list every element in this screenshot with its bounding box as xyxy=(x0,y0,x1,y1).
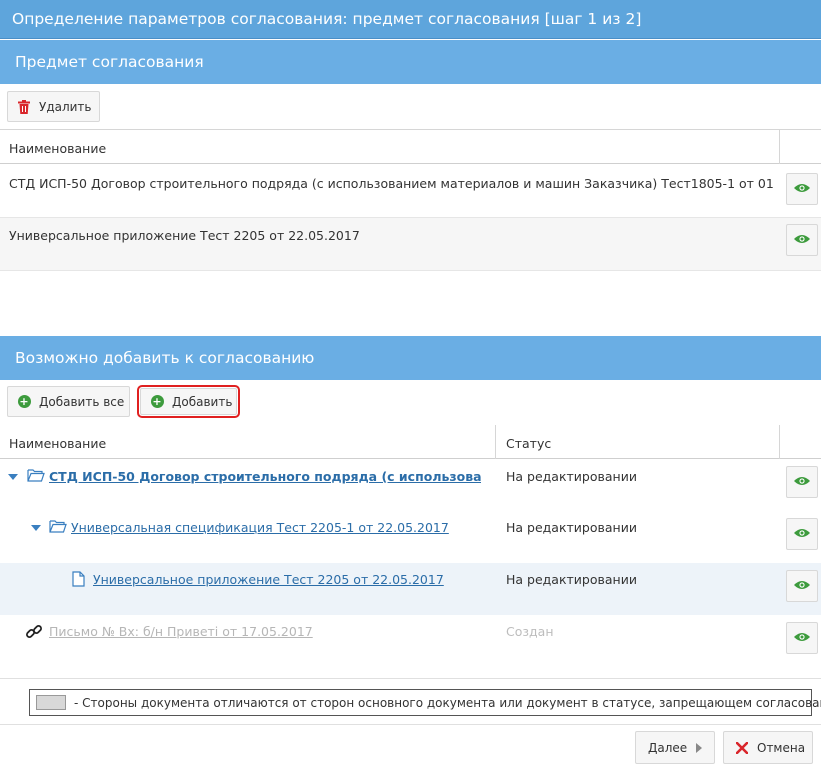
add-all-button[interactable]: + Добавить все xyxy=(7,386,130,417)
footer-divider xyxy=(0,724,821,725)
next-button[interactable]: Далее xyxy=(635,731,715,764)
document-link[interactable]: Универсальное приложение Тест 2205 от 22… xyxy=(93,572,491,587)
cancel-button-label: Отмена xyxy=(757,740,806,755)
view-button[interactable] xyxy=(786,466,818,498)
legend-swatch xyxy=(36,695,66,710)
row-name: СТД ИСП-50 Договор строительного подряда… xyxy=(9,176,774,191)
column-name: Наименование xyxy=(9,436,107,451)
available-section-header: Возможно добавить к согласованию xyxy=(0,336,821,380)
eye-icon xyxy=(794,631,810,645)
eye-icon xyxy=(794,579,810,593)
column-divider xyxy=(779,130,780,164)
document-link[interactable]: СТД ИСП-50 Договор строительного подряда… xyxy=(49,469,481,484)
table-row[interactable]: Письмо № Вх: б/н Приветі от 17.05.2017 С… xyxy=(0,615,821,679)
link-icon xyxy=(25,623,43,644)
eye-icon xyxy=(794,182,810,196)
dialog-title: Определение параметров согласования: пре… xyxy=(0,0,821,39)
plus-circle-icon: + xyxy=(150,395,164,408)
eye-icon xyxy=(794,475,810,489)
close-icon xyxy=(734,740,750,756)
add-button-label: Добавить xyxy=(172,394,233,409)
view-button[interactable] xyxy=(786,224,818,256)
table-row[interactable]: Универсальное приложение Тест 2205 от 22… xyxy=(0,563,821,615)
view-button[interactable] xyxy=(786,570,818,602)
status-text: На редактировании xyxy=(506,469,637,484)
cancel-button[interactable]: Отмена xyxy=(723,731,813,764)
legend-text: - Стороны документа отличаются от сторон… xyxy=(74,696,821,710)
column-divider xyxy=(495,425,496,459)
column-name: Наименование xyxy=(9,141,107,156)
table-row[interactable]: СТД ИСП-50 Договор строительного подряда… xyxy=(0,164,821,218)
column-status: Статус xyxy=(506,436,552,451)
status-text: На редактировании xyxy=(506,572,637,587)
column-divider xyxy=(779,425,780,459)
document-icon xyxy=(72,571,85,590)
trash-icon xyxy=(16,99,32,115)
view-button[interactable] xyxy=(786,173,818,205)
status-text: Создан xyxy=(506,624,554,639)
available-table-header: Наименование Статус xyxy=(0,425,821,459)
add-button[interactable]: + Добавить xyxy=(137,385,240,418)
document-link[interactable]: Универсальная спецификация Тест 2205-1 о… xyxy=(71,520,491,535)
chevron-right-icon xyxy=(696,743,702,753)
eye-icon xyxy=(794,527,810,541)
view-button[interactable] xyxy=(786,518,818,550)
view-button[interactable] xyxy=(786,622,818,654)
plus-circle-icon: + xyxy=(17,395,31,408)
available-toolbar: + Добавить все + Добавить xyxy=(0,380,821,426)
table-row[interactable]: Универсальная спецификация Тест 2205-1 о… xyxy=(0,511,821,563)
subject-toolbar: Удалить xyxy=(0,84,821,130)
table-row[interactable]: Универсальное приложение Тест 2205 от 22… xyxy=(0,218,821,271)
legend: - Стороны документа отличаются от сторон… xyxy=(29,689,821,716)
table-row[interactable]: СТД ИСП-50 Договор строительного подряда… xyxy=(0,459,821,511)
folder-open-icon xyxy=(49,519,67,536)
expand-toggle[interactable] xyxy=(8,474,18,480)
next-button-label: Далее xyxy=(648,740,688,755)
expand-toggle[interactable] xyxy=(31,525,41,531)
delete-button-label: Удалить xyxy=(39,99,92,114)
add-all-button-label: Добавить все xyxy=(39,394,125,409)
subject-section-header: Предмет согласования xyxy=(0,40,821,84)
row-name: Универсальное приложение Тест 2205 от 22… xyxy=(9,228,360,243)
folder-open-icon xyxy=(27,468,45,485)
eye-icon xyxy=(794,233,810,247)
subject-table-header: Наименование xyxy=(0,130,821,164)
status-text: На редактировании xyxy=(506,520,637,535)
delete-button[interactable]: Удалить xyxy=(7,91,100,122)
document-link[interactable]: Письмо № Вх: б/н Приветі от 17.05.2017 xyxy=(49,624,489,639)
